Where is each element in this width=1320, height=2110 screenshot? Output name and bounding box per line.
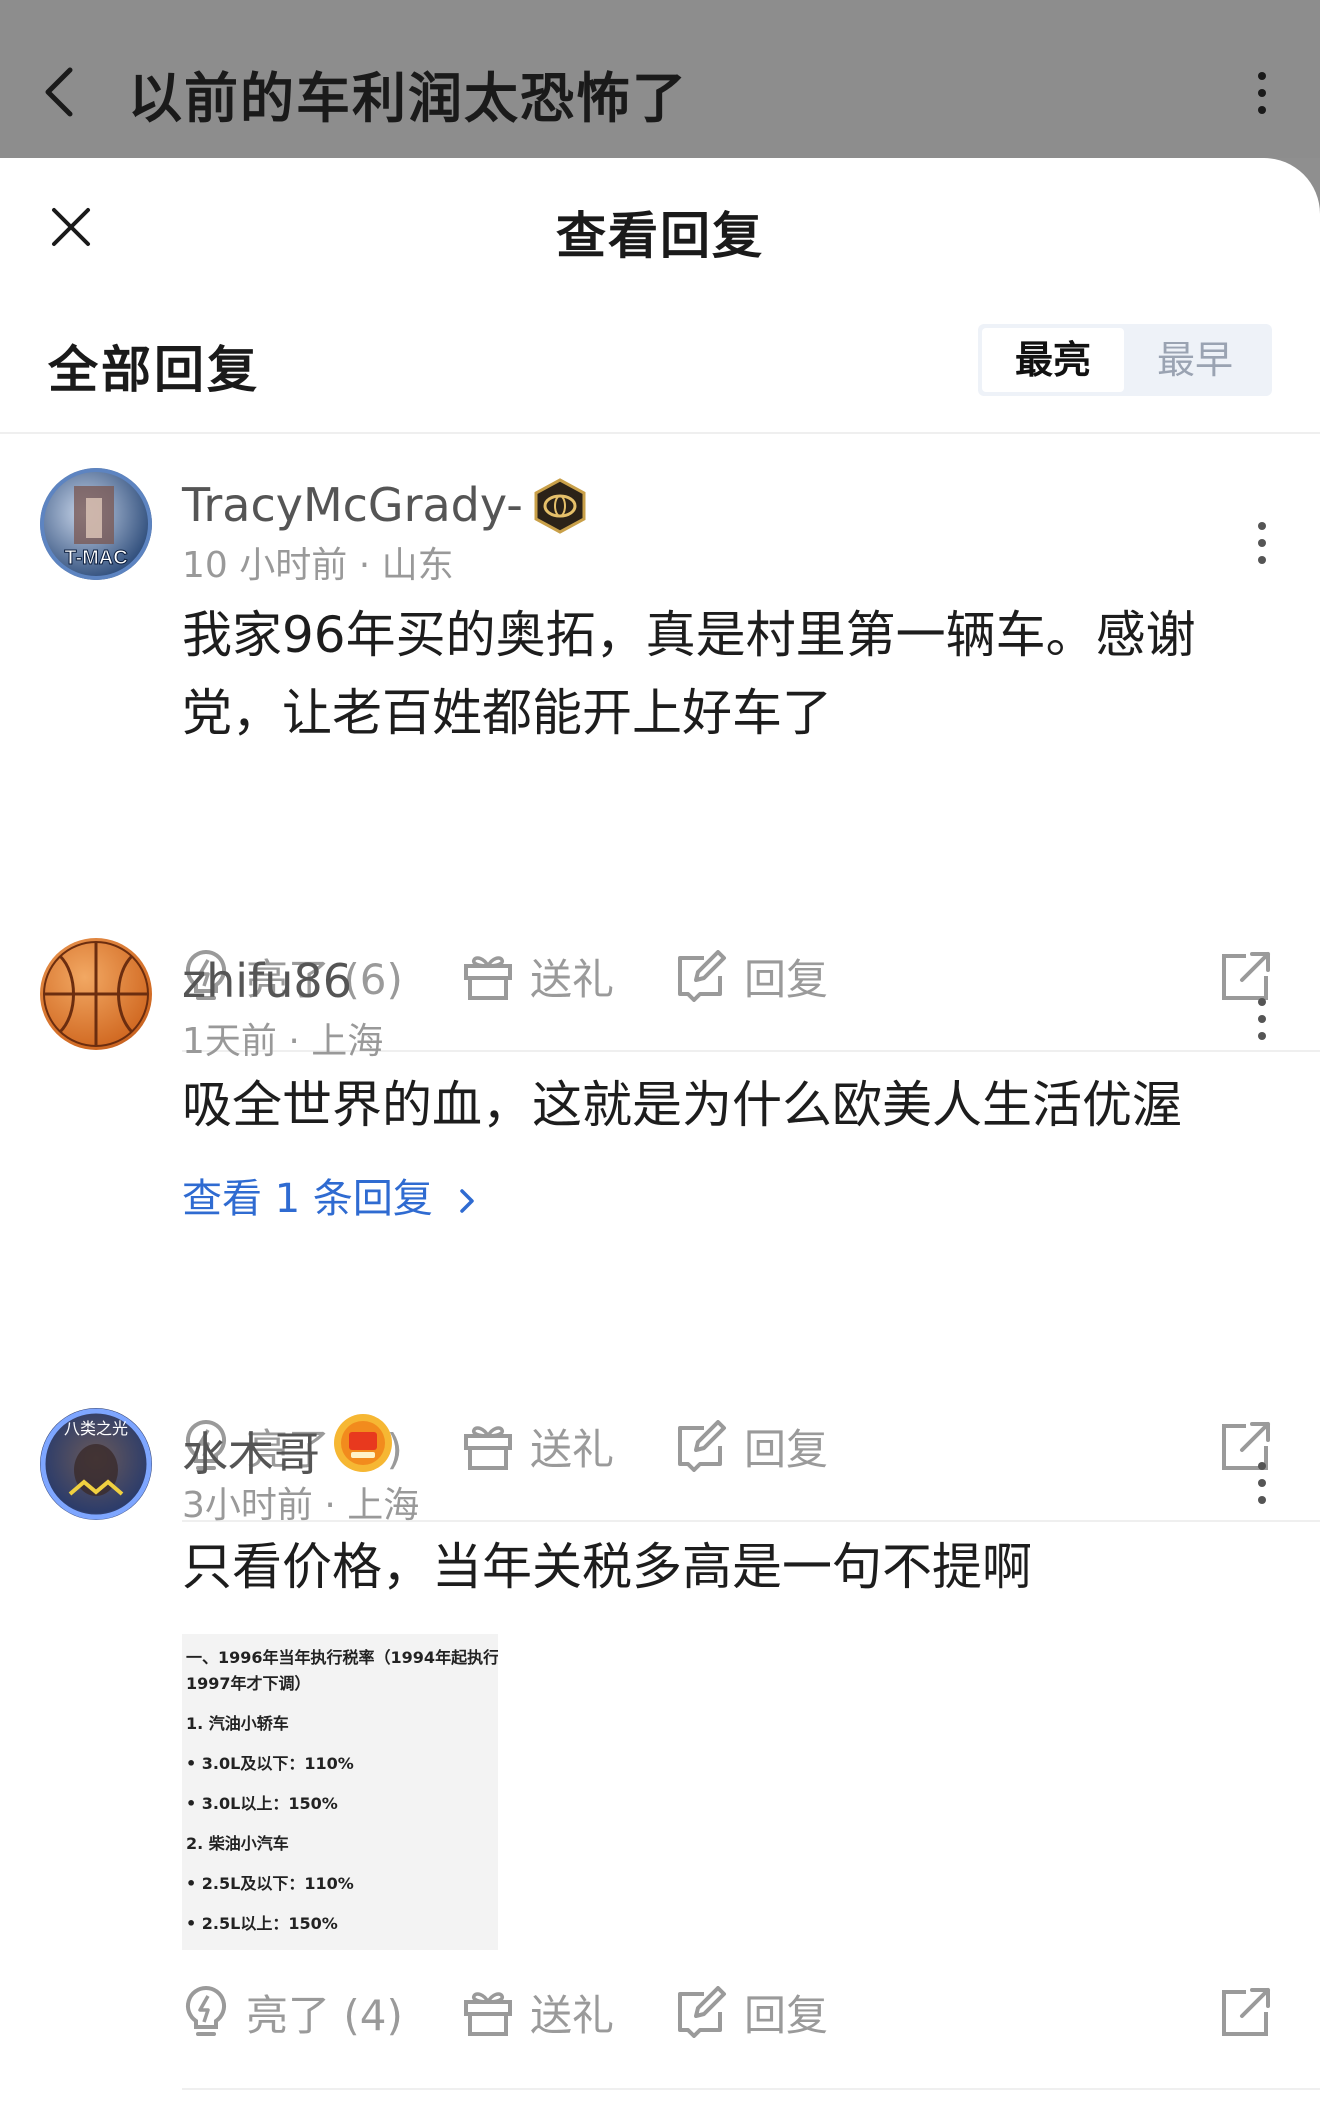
lightbulb-icon (185, 1985, 227, 2036)
top-bar: 以前的车利润太恐怖了 (0, 0, 1320, 158)
gift-label: 送礼 (530, 1990, 615, 2040)
image-text-line: • 2.5L以上：150% (186, 1914, 338, 1933)
image-text-line: 1. 汽油小轿车 (186, 1714, 289, 1733)
replies-sheet: 查看回复 全部回复 最亮 最早 T-MAC TracyMcGrady- 10 小… (0, 158, 1320, 2110)
comment-item: 八类之光 水木哥 3小时前 · 上海 只看价格，当年关税多高是一句不提啊 一、1… (0, 1398, 1320, 2108)
comment-location: 上海 (311, 1021, 384, 1062)
image-text-line: 1997年才下调） (186, 1674, 311, 1693)
reply-button[interactable]: 回复 (674, 1982, 828, 2042)
like-label: 亮了 (4) (246, 1990, 403, 2040)
back-arrow-icon[interactable] (40, 62, 80, 122)
image-text-line: 2. 柴油小汽车 (186, 1834, 289, 1853)
page-title: 以前的车利润太恐怖了 (128, 67, 688, 130)
avatar[interactable] (40, 938, 152, 1050)
view-replies-label: 查看 1 条回复 (182, 1176, 433, 1222)
comment-actions: 亮了 (4) 送礼 回复 (182, 1982, 1272, 2042)
section-title: 全部回复 (48, 341, 260, 399)
sort-toggle: 最亮 最早 (978, 324, 1272, 396)
brand-badge-icon (534, 478, 586, 534)
username[interactable]: 水木哥 (182, 1418, 320, 1484)
comment-image[interactable]: 一、1996年当年执行税率（1994年起执行， 1997年才下调） 1. 汽油小… (182, 1634, 498, 1950)
reply-label: 回复 (744, 1990, 829, 2040)
avatar-text: T-MAC (64, 547, 127, 569)
comment-divider (182, 2088, 1320, 2090)
username-text: zhifu86 (182, 954, 352, 1008)
chevron-right-icon (459, 1189, 474, 1213)
comment-text: 我家96年买的奥拓，真是村里第一辆车。感谢党，让老百姓都能开上好车了 (182, 606, 1196, 742)
sheet-title: 查看回复 (556, 207, 764, 265)
image-text-line: • 3.0L以上：150% (186, 1794, 338, 1813)
section-divider (0, 432, 1320, 434)
comment-location: 上海 (347, 1485, 420, 1526)
image-text-line: • 3.0L及以下：110% (186, 1754, 354, 1773)
comment-meta: 10 小时前 · 山东 (182, 536, 454, 588)
more-vertical-icon[interactable] (1252, 68, 1272, 118)
comment-text: 只看价格，当年关税多高是一句不提啊 (182, 1538, 1032, 1596)
sheet-header: 查看回复 (0, 158, 1320, 298)
sort-option-earliest[interactable]: 最早 (1124, 328, 1266, 392)
meta-separator: · (324, 1485, 336, 1526)
comment-time: 3小时前 (182, 1485, 313, 1526)
username[interactable]: TracyMcGrady- (182, 478, 523, 532)
gift-icon (464, 1992, 512, 2036)
sort-option-hottest[interactable]: 最亮 (982, 328, 1124, 392)
like-button[interactable]: 亮了 (4) (182, 1982, 403, 2042)
avatar[interactable]: T-MAC (40, 468, 152, 580)
meta-separator: · (288, 1021, 300, 1062)
comment-more-icon[interactable] (1252, 994, 1272, 1044)
username-text: 水木哥 (182, 1427, 320, 1481)
meta-separator: · (358, 545, 371, 586)
basketball-icon (43, 941, 149, 1047)
avatar-image: T-MAC (40, 468, 152, 580)
edit-icon (678, 1986, 726, 2038)
share-icon[interactable] (1218, 1986, 1272, 2040)
image-text-line: • 2.5L及以下：110% (186, 1874, 354, 1893)
comment-meta: 3小时前 · 上海 (182, 1476, 419, 1528)
comment-meta: 1天前 · 上海 (182, 1012, 383, 1064)
comment-time: 10 小时前 (182, 545, 348, 586)
image-text-line: 一、1996年当年执行税率（1994年起执行， (186, 1648, 498, 1667)
username-text: TracyMcGrady- (182, 478, 523, 532)
level-badge-icon (334, 1414, 392, 1472)
avatar[interactable]: 八类之光 (40, 1408, 152, 1520)
gift-button[interactable]: 送礼 (462, 1982, 614, 2042)
comment-text: 吸全世界的血，这就是为什么欧美人生活优渥 (182, 1076, 1182, 1134)
username[interactable]: zhifu86 (182, 954, 352, 1008)
view-replies-link[interactable]: 查看 1 条回复 (182, 1166, 478, 1224)
avatar-image: 八类之光 (40, 1408, 152, 1520)
avatar-text: 八类之光 (64, 1419, 128, 1438)
comment-location: 山东 (381, 545, 454, 586)
comment-time: 1天前 (182, 1021, 277, 1062)
comment-more-icon[interactable] (1252, 518, 1272, 568)
comment-more-icon[interactable] (1252, 1458, 1272, 1508)
